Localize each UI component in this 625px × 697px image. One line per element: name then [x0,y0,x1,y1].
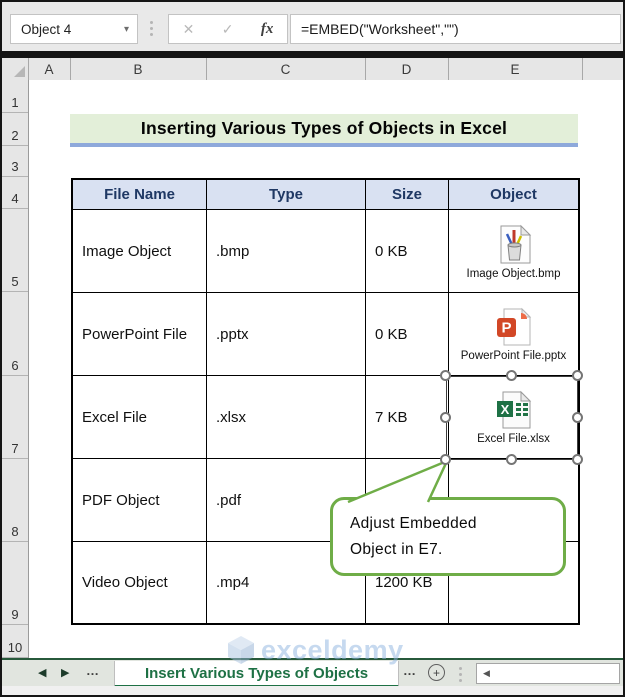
formula-action-icons: ✕ ✓ fx [168,14,288,44]
cell-file-name[interactable]: PowerPoint File [73,293,207,376]
select-all-corner[interactable] [2,58,29,80]
worksheet-title: Inserting Various Types of Objects in Ex… [140,118,508,138]
resize-handle-top-right[interactable] [572,370,583,381]
column-header-d[interactable]: D [365,58,449,80]
bmp-object-icon [500,224,531,263]
column-header-c[interactable]: C [206,58,366,80]
row-header-10[interactable]: 10 [2,625,28,658]
object-label: Image Object.bmp [466,267,561,280]
hidden-tabs-right[interactable]: … [403,663,417,678]
excel-window: Object 4 ▾ ✕ ✓ fx =EMBED("Worksheet","")… [0,0,625,697]
enter-icon[interactable]: ✓ [222,21,234,38]
cell-object[interactable]: P PowerPoint File.pptx [449,293,578,376]
row-header-2[interactable]: 2 [2,113,28,146]
row-header-8[interactable]: 8 [2,459,28,542]
name-box-value: Object 4 [21,21,72,37]
cell-file-name[interactable]: Image Object [73,210,207,293]
table-header-type: Type [207,180,366,210]
callout-line-2: Object in E7. [350,540,443,558]
resize-handle-bottom-center[interactable] [506,454,517,465]
column-header-e[interactable]: E [448,58,583,80]
status-strip [2,686,623,695]
column-header-a[interactable]: A [28,58,71,80]
row-header-5[interactable]: 5 [2,209,28,292]
cell-type[interactable]: .xlsx [207,376,366,459]
toolbar-separator-dots [150,21,153,24]
column-header-partial[interactable] [582,58,623,80]
cell-file-name[interactable]: Excel File [73,376,207,459]
cell-file-name[interactable]: Video Object [73,542,207,623]
cell-file-name[interactable]: PDF Object [73,459,207,542]
row-header-6[interactable]: 6 [2,292,28,376]
object-label: PowerPoint File.pptx [460,349,567,362]
screenshot-divider [0,51,625,58]
name-box-dropdown-icon[interactable]: ▾ [124,24,137,35]
name-box[interactable]: Object 4 ▾ [10,14,138,44]
cell-object[interactable]: Image Object.bmp [449,210,578,293]
cell-size[interactable]: 7 KB [366,376,449,459]
callout-line-1: Adjust Embedded [350,514,477,532]
worksheet-title-banner: Inserting Various Types of Objects in Ex… [70,114,578,147]
table-header-size: Size [366,180,449,210]
active-sheet-tab-label: Insert Various Types of Objects [144,664,369,682]
sheet-area: 1 2 3 4 5 6 7 8 9 10 Inserting Various T… [2,80,623,658]
plus-icon: + [432,665,440,680]
sheet-tab-bar: ◀ ▶ … Insert Various Types of Objects … … [2,658,623,688]
active-sheet-tab[interactable]: Insert Various Types of Objects [114,661,399,688]
row-headers: 1 2 3 4 5 6 7 8 9 10 [2,80,29,658]
formula-text: =EMBED("Worksheet","") [301,21,459,37]
cell-size[interactable]: 0 KB [366,210,449,293]
callout-bubble: Adjust Embedded Object in E7. [330,497,566,576]
object-label: Excel File.xlsx [477,432,550,445]
resize-handle-middle-left[interactable] [440,412,451,423]
row-header-3[interactable]: 3 [2,146,28,177]
new-sheet-button[interactable]: + [428,664,445,681]
tabbar-separator-dots [459,667,462,670]
column-header-b[interactable]: B [70,58,207,80]
formula-bar-row: Object 4 ▾ ✕ ✓ fx =EMBED("Worksheet","") [2,2,623,51]
row-header-7[interactable]: 7 [2,376,28,459]
resize-handle-top-center[interactable] [506,370,517,381]
resize-handle-bottom-right[interactable] [572,454,583,465]
table-header-file-name: File Name [73,180,207,210]
table-header-object: Object [449,180,578,210]
row-header-4[interactable]: 4 [2,177,28,209]
cell-type[interactable]: .bmp [207,210,366,293]
cancel-icon[interactable]: ✕ [183,21,195,38]
cell-size[interactable]: 0 KB [366,293,449,376]
sheet-nav-left-icon[interactable]: ◀ [38,666,46,679]
scroll-left-icon[interactable]: ◀ [477,668,490,679]
sheet-nav-right-icon[interactable]: ▶ [61,666,69,679]
column-headers: A B C D E [2,58,623,81]
svg-text:X: X [500,402,509,417]
cell-type[interactable]: .pptx [207,293,366,376]
excel-object-icon: X [496,390,531,428]
powerpoint-object-icon: P [496,307,531,345]
cell-object-selected[interactable]: X Excel File.xlsx [449,376,578,459]
row-header-9[interactable]: 9 [2,542,28,625]
insert-function-icon[interactable]: fx [261,21,274,38]
svg-text:P: P [501,319,511,336]
row-header-1[interactable]: 1 [2,80,28,113]
hidden-tabs-left[interactable]: … [86,663,100,678]
resize-handle-top-left[interactable] [440,370,451,381]
resize-handle-bottom-left[interactable] [440,454,451,465]
formula-input[interactable]: =EMBED("Worksheet","") [290,14,621,44]
horizontal-scrollbar[interactable]: ◀ [476,663,620,684]
resize-handle-middle-right[interactable] [572,412,583,423]
